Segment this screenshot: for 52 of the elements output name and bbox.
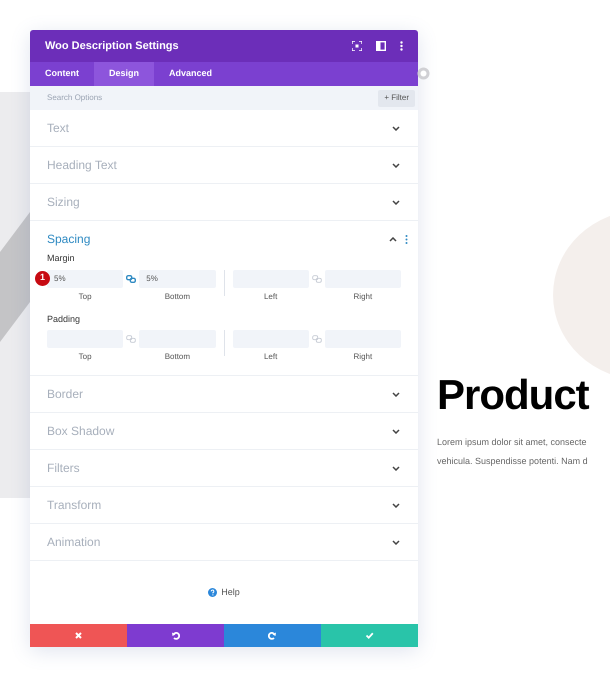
field-caption: Left xyxy=(264,290,278,302)
body-text: vehicula. Suspendisse potenti. Nam d xyxy=(437,455,589,467)
help-icon xyxy=(208,588,218,597)
close-icon xyxy=(74,631,83,640)
tab[interactable]: Advanced xyxy=(154,62,228,86)
step-badge: 1 xyxy=(35,270,50,286)
product-heading: Product xyxy=(437,370,590,420)
chevron-icon[interactable] xyxy=(392,428,400,434)
chevron-icon[interactable] xyxy=(392,466,400,470)
section-title[interactable]: Spacing xyxy=(47,230,389,248)
drag-handle-icon[interactable] xyxy=(417,67,430,80)
section-title[interactable]: Sizing xyxy=(47,193,392,211)
link-icon[interactable] xyxy=(126,274,136,282)
body-text: Lorem ipsum dolor sit amet, consecte xyxy=(437,436,588,448)
chevron-icon[interactable] xyxy=(392,502,400,508)
undo-icon xyxy=(171,631,180,640)
redo-icon xyxy=(268,631,277,640)
fullscreen-icon[interactable] xyxy=(352,41,362,51)
field-caption: Bottom xyxy=(164,351,190,363)
input-field[interactable]: 5% xyxy=(139,270,216,288)
filter-button[interactable]: + Filter xyxy=(378,90,415,106)
field-label: Padding xyxy=(47,312,82,326)
field-caption: Bottom xyxy=(164,290,190,302)
field-caption: Right xyxy=(354,351,372,363)
section-title[interactable]: Transform xyxy=(47,496,392,514)
input-field[interactable]: 5% xyxy=(47,270,124,288)
chevron-icon[interactable] xyxy=(392,392,400,396)
chevron-icon[interactable] xyxy=(392,200,400,204)
help-button[interactable]: Help xyxy=(208,586,240,600)
chevron-icon[interactable] xyxy=(392,162,400,168)
panel-title: Woo Description Settings xyxy=(45,38,180,54)
chevron-icon[interactable] xyxy=(392,540,400,544)
section-title[interactable]: Heading Text xyxy=(47,156,392,174)
section-title[interactable]: Animation xyxy=(47,533,392,551)
chevron-icon[interactable] xyxy=(392,126,400,130)
more-icon[interactable] xyxy=(400,41,403,51)
checkmark-icon xyxy=(365,631,374,640)
tab[interactable]: Design xyxy=(94,62,154,86)
layout-icon[interactable] xyxy=(376,41,386,51)
more-icon[interactable] xyxy=(405,234,408,244)
field-label: Margin xyxy=(47,252,76,265)
section-title[interactable]: Box Shadow xyxy=(47,422,392,440)
field-caption: Right xyxy=(354,290,372,302)
tab[interactable]: Content xyxy=(30,62,94,86)
field-caption: Left xyxy=(264,351,278,363)
section-title[interactable]: Border xyxy=(47,385,392,403)
chevron-icon[interactable] xyxy=(389,236,397,242)
search-field[interactable]: Search Options xyxy=(47,92,378,104)
field-caption: Top xyxy=(78,290,92,302)
section-title[interactable]: Text xyxy=(47,119,392,137)
section-title[interactable]: Filters xyxy=(47,459,392,477)
field-caption: Top xyxy=(78,351,92,363)
